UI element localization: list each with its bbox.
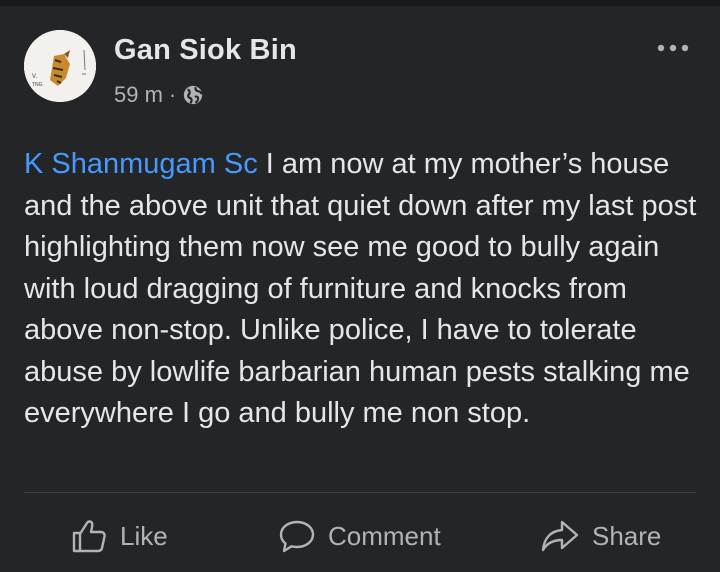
share-label: Share — [592, 520, 662, 551]
share-icon — [541, 520, 579, 552]
comment-icon — [279, 520, 315, 553]
action-bar: Like Comment Share — [0, 506, 720, 566]
globe-icon[interactable] — [182, 84, 204, 106]
comment-label: Comment — [328, 520, 441, 551]
meta-separator: · — [168, 82, 177, 107]
more-options-icon[interactable] — [656, 42, 690, 54]
post-meta: 59 m · — [114, 82, 204, 108]
svg-text:TNG: TNG — [32, 82, 43, 88]
post-timestamp[interactable]: 59 m — [114, 82, 163, 108]
comment-button[interactable]: Comment — [278, 514, 441, 558]
mention-link[interactable]: K Shanmugam Sc — [24, 148, 258, 180]
author-name[interactable]: Gan Siok Bin — [114, 34, 297, 67]
avatar-image: V. TNG — [24, 30, 96, 102]
thumbs-up-icon — [72, 520, 106, 553]
post-text: I am now at my mother’s house and the ab… — [24, 148, 697, 429]
avatar[interactable]: V. TNG — [24, 30, 96, 102]
svg-text:V.: V. — [32, 74, 37, 80]
actions-divider — [24, 492, 696, 493]
like-label: Like — [120, 520, 168, 551]
like-button[interactable]: Like — [70, 514, 168, 558]
post-body: K Shanmugam Sc I am now at my mother’s h… — [24, 144, 704, 435]
post-card: V. TNG Gan Siok Bin 59 m · K Shanmugam S… — [0, 0, 720, 572]
share-button[interactable]: Share — [540, 514, 661, 558]
